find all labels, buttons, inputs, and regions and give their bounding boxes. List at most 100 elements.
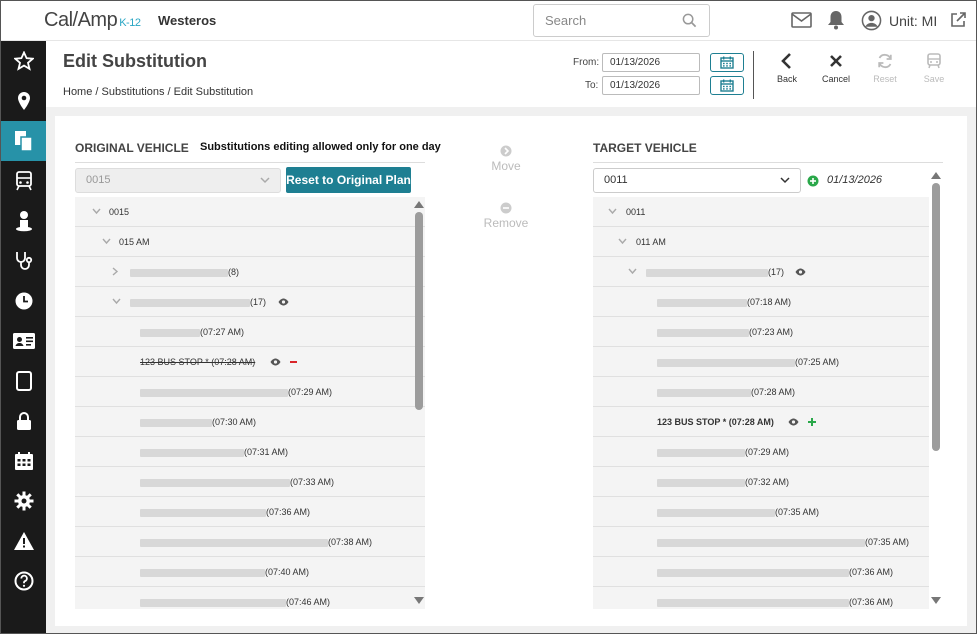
tree-row-stop[interactable]: (07:33 AM) (75, 467, 425, 497)
to-calendar-button[interactable] (710, 76, 744, 95)
plus-icon[interactable] (808, 418, 816, 426)
tree-row-stop[interactable]: (07:36 AM) (593, 557, 929, 587)
sidebar-item-alerts[interactable] (1, 521, 46, 561)
reset-button[interactable]: Reset (862, 53, 908, 84)
sidebar-item-map[interactable] (1, 81, 46, 121)
reset-original-plan-button[interactable]: Reset to Original Plan (286, 167, 411, 193)
tree-row-stop[interactable]: (07:36 AM) (75, 497, 425, 527)
target-vehicle-select[interactable]: 0011 (593, 168, 801, 193)
save-button[interactable]: Save (911, 53, 957, 84)
tree-row-stop[interactable]: (07:40 AM) (75, 557, 425, 587)
tree-row-stop[interactable]: (07:23 AM) (593, 317, 929, 347)
tree-row-stop[interactable]: (07:29 AM) (75, 377, 425, 407)
page-title: Edit Substitution (63, 51, 207, 71)
map-pin-icon (17, 92, 30, 110)
toolbar-divider (753, 51, 754, 99)
original-vehicle-select[interactable]: 0015 (75, 168, 281, 193)
tree-row-stop[interactable]: (07:29 AM) (593, 437, 929, 467)
target-scrollbar[interactable] (930, 168, 942, 609)
tree-row-stop[interactable]: (07:38 AM) (75, 527, 425, 557)
calendar-icon (720, 79, 734, 92)
sidebar-item-history[interactable] (1, 281, 46, 321)
chevron-down-icon (780, 177, 790, 184)
warning-icon (13, 532, 34, 550)
remove-mark-icon[interactable] (290, 361, 297, 363)
sidebar-item-help[interactable] (1, 561, 46, 601)
tree-row-stop[interactable]: (07:25 AM) (593, 347, 929, 377)
tree-row-run[interactable]: 011 AM (593, 227, 929, 257)
from-calendar-button[interactable] (710, 53, 744, 72)
sidebar-item-health[interactable] (1, 241, 46, 281)
tree-row-stop-added[interactable]: 123 BUS STOP * (07:28 AM) (593, 407, 929, 437)
sidebar-item-devices[interactable] (1, 361, 46, 401)
chevron-down-icon (112, 298, 121, 305)
from-date-input[interactable]: 01/13/2026 (602, 53, 700, 72)
tree-row-stop[interactable]: (07:36 AM) (593, 587, 929, 609)
add-circle-icon[interactable] (807, 175, 819, 187)
target-vehicle-heading: TARGET VEHICLE (593, 141, 697, 155)
tree-row-route[interactable]: (8) (75, 257, 425, 287)
user-avatar-icon[interactable] (861, 10, 882, 36)
sidebar-item-vehicles[interactable] (1, 161, 46, 201)
scroll-thumb[interactable] (415, 212, 423, 410)
tree-row-route[interactable]: (17) (75, 287, 425, 317)
scroll-thumb[interactable] (932, 183, 940, 451)
tree-row-stop[interactable]: (07:35 AM) (593, 527, 929, 557)
sidebar-item-students[interactable] (1, 201, 46, 241)
breadcrumb[interactable]: Home / Substitutions / Edit Substitution (63, 86, 253, 98)
tree-row-stop[interactable]: (07:31 AM) (75, 437, 425, 467)
scroll-up-icon (931, 172, 941, 179)
mail-icon[interactable] (791, 12, 812, 33)
sidebar-item-calendar[interactable] (1, 441, 46, 481)
chevron-left-icon (781, 53, 791, 69)
cancel-button[interactable]: Cancel (813, 53, 859, 84)
bell-icon[interactable] (827, 10, 845, 35)
sidebar-item-security[interactable] (1, 401, 46, 441)
tree-row-vehicle[interactable]: 0015 (75, 197, 425, 227)
refresh-icon (878, 53, 892, 69)
search-icon[interactable] (682, 13, 697, 33)
sidebar-item-drivers[interactable] (1, 321, 46, 361)
eye-icon (795, 268, 806, 276)
tree-row-stop[interactable]: (07:35 AM) (593, 497, 929, 527)
external-link-icon[interactable] (949, 11, 967, 34)
search-input[interactable] (534, 5, 674, 36)
unit-label[interactable]: Unit: MI (889, 13, 937, 29)
eye-icon (278, 298, 289, 306)
tree-row-run[interactable]: 015 AM (75, 227, 425, 257)
to-date-label: To: (585, 80, 599, 91)
tree-row-route[interactable]: (17) (593, 257, 929, 287)
tree-row-stop[interactable]: (07:18 AM) (593, 287, 929, 317)
back-button[interactable]: Back (764, 53, 810, 84)
sidebar-item-favorites[interactable] (1, 41, 46, 81)
documents-icon (14, 131, 33, 152)
tree-row-stop[interactable]: (07:30 AM) (75, 407, 425, 437)
student-icon (15, 211, 32, 232)
sidebar-item-substitutions[interactable] (1, 121, 46, 161)
editing-note: Substitutions editing allowed only for o… (200, 141, 441, 153)
tree-row-stop[interactable]: (07:32 AM) (593, 467, 929, 497)
bus-icon (927, 53, 941, 69)
sidebar (1, 41, 46, 633)
original-route-tree: 0015 015 AM (8) (17) (07:27 AM) 123 BUS … (75, 197, 425, 609)
tree-row-stop-removed[interactable]: 123 BUS STOP * (07:28 AM) (75, 347, 425, 377)
move-button[interactable]: Move (476, 145, 536, 173)
tree-row-stop[interactable]: (07:46 AM) (75, 587, 425, 609)
remove-button[interactable]: Remove (476, 202, 536, 230)
eye-icon (270, 358, 281, 366)
calendar-icon (720, 56, 734, 69)
target-route-tree: 0011 011 AM (17) (07:18 AM) (07:23 AM) (… (593, 197, 929, 609)
sidebar-item-settings[interactable] (1, 481, 46, 521)
original-vehicle-heading: ORIGINAL VEHICLE (75, 141, 189, 155)
scroll-down-icon (931, 597, 941, 604)
tree-row-stop[interactable]: (07:27 AM) (75, 317, 425, 347)
original-scrollbar[interactable] (413, 197, 425, 609)
substitution-panel: ORIGINAL VEHICLE Substitutions editing a… (55, 116, 967, 626)
arrow-right-circle-icon (500, 145, 512, 157)
brand-logo: Cal/Amp K-12 (44, 9, 141, 31)
scroll-down-icon (414, 597, 424, 604)
tree-row-stop[interactable]: (07:28 AM) (593, 377, 929, 407)
tree-row-vehicle[interactable]: 0011 (593, 197, 929, 227)
help-icon (14, 571, 33, 591)
to-date-input[interactable]: 01/13/2026 (602, 76, 700, 95)
